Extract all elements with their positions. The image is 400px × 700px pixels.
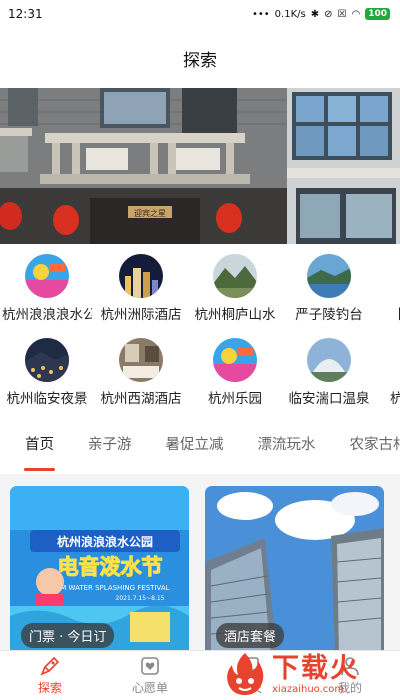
category-row-1: 杭州浪浪浪水公园 杭州洲际酒店 杭州桐庐山水 严子陵钓台 【杭 bbox=[0, 244, 400, 328]
tab-family[interactable]: 亲子游 bbox=[88, 433, 132, 454]
category-label: 严子陵钓台 bbox=[295, 307, 363, 323]
feed-card-ticket[interactable]: 杭州浪浪浪水公园 电音泼水节 EDM WATER SPLASHING FESTI… bbox=[10, 486, 189, 656]
category-thumb-dome bbox=[307, 338, 351, 382]
heart-list-icon bbox=[141, 657, 159, 675]
category-label: 【杭 bbox=[378, 303, 400, 323]
category-label: 杭州浪浪浪水公园 bbox=[2, 307, 92, 323]
tab-rafting[interactable]: 漂流玩水 bbox=[258, 433, 316, 454]
card-badge: 酒店套餐 bbox=[216, 623, 285, 648]
flame-logo-icon bbox=[227, 653, 264, 695]
category-item[interactable]: 临安湍口温泉 bbox=[282, 338, 376, 412]
category-label: 临安湍口温泉 bbox=[288, 391, 370, 407]
category-thumb-mountain bbox=[213, 254, 257, 298]
category-label: 杭州桐庐山水 bbox=[194, 307, 276, 323]
tab-home[interactable]: 首页 bbox=[24, 433, 55, 471]
status-icons: ••• 0.1K/s ✱ ⊘ ☒ ◠ 100 bbox=[252, 8, 390, 20]
category-label: 杭州临安夜景 bbox=[6, 391, 88, 407]
bluetooth-icon: ✱ bbox=[310, 8, 320, 20]
card-badge: 门票 · 今日订 bbox=[21, 623, 115, 648]
category-label: 杭州 bbox=[390, 391, 400, 407]
hero-banner[interactable]: 迎宾之星 bbox=[0, 88, 400, 244]
category-item[interactable]: 杭州临安夜景 bbox=[0, 338, 94, 412]
alarm-off-icon: ⊘ bbox=[324, 8, 333, 20]
status-bar: 12:31 ••• 0.1K/s ✱ ⊘ ☒ ◠ 100 bbox=[0, 0, 400, 28]
watermark-brand: 下载火 bbox=[272, 652, 359, 684]
category-label: 杭州洲际酒店 bbox=[100, 307, 182, 323]
poster-date: 2021.7.15~8.15 bbox=[116, 595, 165, 602]
watermark-url: xiazaihuo.com bbox=[272, 683, 345, 695]
more-dots-icon: ••• bbox=[251, 8, 270, 20]
category-item[interactable]: 杭州桐庐山水 bbox=[188, 254, 282, 328]
poster-en: EDM WATER SPLASHING FESTIVAL bbox=[50, 584, 169, 592]
category-thumb-hotel-room bbox=[119, 338, 163, 382]
nav-label: 心愿单 bbox=[131, 681, 168, 695]
category-item[interactable]: 杭州浪浪浪水公园 bbox=[0, 254, 94, 328]
wifi-icon: ◠ bbox=[351, 8, 361, 20]
category-item[interactable]: 严子陵钓台 bbox=[282, 254, 376, 328]
status-time: 12:31 bbox=[8, 7, 43, 21]
category-thumb-night-town bbox=[25, 338, 69, 382]
category-item[interactable]: 杭州西湖酒店 bbox=[94, 338, 188, 412]
sim-icon: ☒ bbox=[337, 8, 347, 20]
watermark: 下载火 xiazaihuo.com bbox=[224, 648, 394, 700]
battery-icon: 100 bbox=[365, 8, 390, 20]
network-speed: 0.1K/s bbox=[274, 8, 306, 20]
tab-bar: 首页 亲子游 暑促立减 漂流玩水 农家古村 bbox=[0, 412, 400, 474]
category-thumb-water-park bbox=[25, 254, 69, 298]
category-label: 杭州乐园 bbox=[208, 391, 262, 407]
hero-image: 迎宾之星 bbox=[0, 88, 400, 244]
poster-subtitle: 电音泼水节 bbox=[58, 555, 163, 579]
nav-wishlist[interactable]: 心愿单 bbox=[100, 651, 200, 700]
category-item[interactable]: 杭州 bbox=[376, 338, 400, 412]
feed-card-hotel[interactable]: 酒店套餐 bbox=[205, 486, 384, 656]
page-title: 探索 bbox=[183, 50, 217, 71]
category-grid: 杭州浪浪浪水公园 杭州洲际酒店 杭州桐庐山水 严子陵钓台 【杭 bbox=[0, 244, 400, 412]
rocket-icon bbox=[40, 656, 60, 676]
category-item[interactable]: 【杭 bbox=[376, 254, 400, 328]
tab-villages[interactable]: 农家古村 bbox=[350, 433, 400, 454]
category-thumb-water-park bbox=[213, 338, 257, 382]
category-thumb-night-city bbox=[119, 254, 163, 298]
category-thumb-lake bbox=[307, 254, 351, 298]
tab-summer-deals[interactable]: 暑促立减 bbox=[166, 433, 224, 454]
nav-label: 探索 bbox=[37, 681, 62, 695]
watermark-text: 下载火 xiazaihuo.com bbox=[272, 652, 359, 695]
category-item[interactable]: 杭州乐园 bbox=[188, 338, 282, 412]
category-row-2: 杭州临安夜景 杭州西湖酒店 杭州乐园 临安湍口温泉 杭州 bbox=[0, 328, 400, 412]
poster-title: 杭州浪浪浪水公园 bbox=[57, 534, 153, 549]
category-item[interactable]: 杭州洲际酒店 bbox=[94, 254, 188, 328]
nav-explore[interactable]: 探索 bbox=[0, 651, 100, 700]
hero-plaque: 迎宾之星 bbox=[134, 208, 166, 218]
category-label: 杭州西湖酒店 bbox=[100, 391, 182, 407]
page-header: 探索 bbox=[0, 28, 400, 88]
